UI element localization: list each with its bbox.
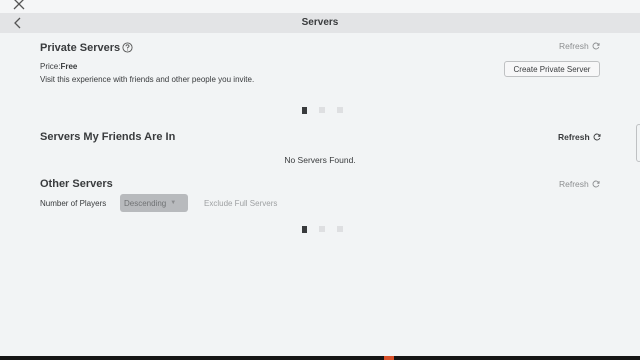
pager-dot[interactable] — [337, 226, 343, 232]
sort-order-value: Descending — [124, 198, 167, 208]
no-servers-message: No Servers Found. — [284, 155, 356, 165]
pager-dot[interactable] — [319, 226, 325, 232]
refresh-label: Refresh — [559, 41, 589, 51]
pager-dot[interactable] — [319, 107, 325, 113]
sort-order-select[interactable]: Descending ▼ — [120, 194, 188, 212]
friends-servers-title: Servers My Friends Are In — [40, 131, 176, 143]
chevron-down-icon: ▼ — [170, 200, 177, 206]
scrollbar-handle[interactable] — [636, 124, 640, 162]
private-servers-pager — [302, 107, 343, 114]
price-row: Price:Free — [40, 62, 77, 71]
close-icon[interactable] — [12, 0, 26, 11]
other-servers-refresh-button[interactable]: Refresh — [559, 179, 600, 189]
help-icon[interactable] — [122, 42, 133, 53]
price-value: Free — [60, 62, 78, 71]
pager-dot-active[interactable] — [302, 226, 307, 233]
pager-dot-active[interactable] — [302, 107, 307, 114]
page-header: Servers — [0, 13, 640, 33]
refresh-label: Refresh — [558, 132, 590, 142]
friends-servers-refresh-button[interactable]: Refresh — [558, 132, 601, 142]
private-servers-description: Visit this experience with friends and o… — [40, 75, 255, 84]
page-title: Servers — [301, 17, 339, 28]
other-servers-pager — [302, 226, 343, 233]
refresh-icon — [593, 133, 601, 141]
private-servers-refresh-button[interactable]: Refresh — [559, 41, 600, 51]
exclude-full-servers-toggle[interactable]: Exclude Full Servers — [204, 199, 277, 208]
create-private-server-button[interactable]: Create Private Server — [504, 61, 600, 77]
refresh-icon — [592, 42, 600, 50]
taskbar-app-indicator[interactable] — [384, 356, 394, 360]
private-servers-title: Private Servers — [40, 42, 121, 54]
refresh-label: Refresh — [559, 179, 589, 189]
pager-dot[interactable] — [337, 107, 343, 113]
refresh-icon — [592, 180, 600, 188]
price-label: Price: — [40, 62, 61, 71]
taskbar — [0, 356, 640, 360]
window-top-strip — [0, 0, 640, 13]
number-of-players-label: Number of Players — [40, 199, 107, 208]
other-servers-title: Other Servers — [40, 178, 113, 190]
